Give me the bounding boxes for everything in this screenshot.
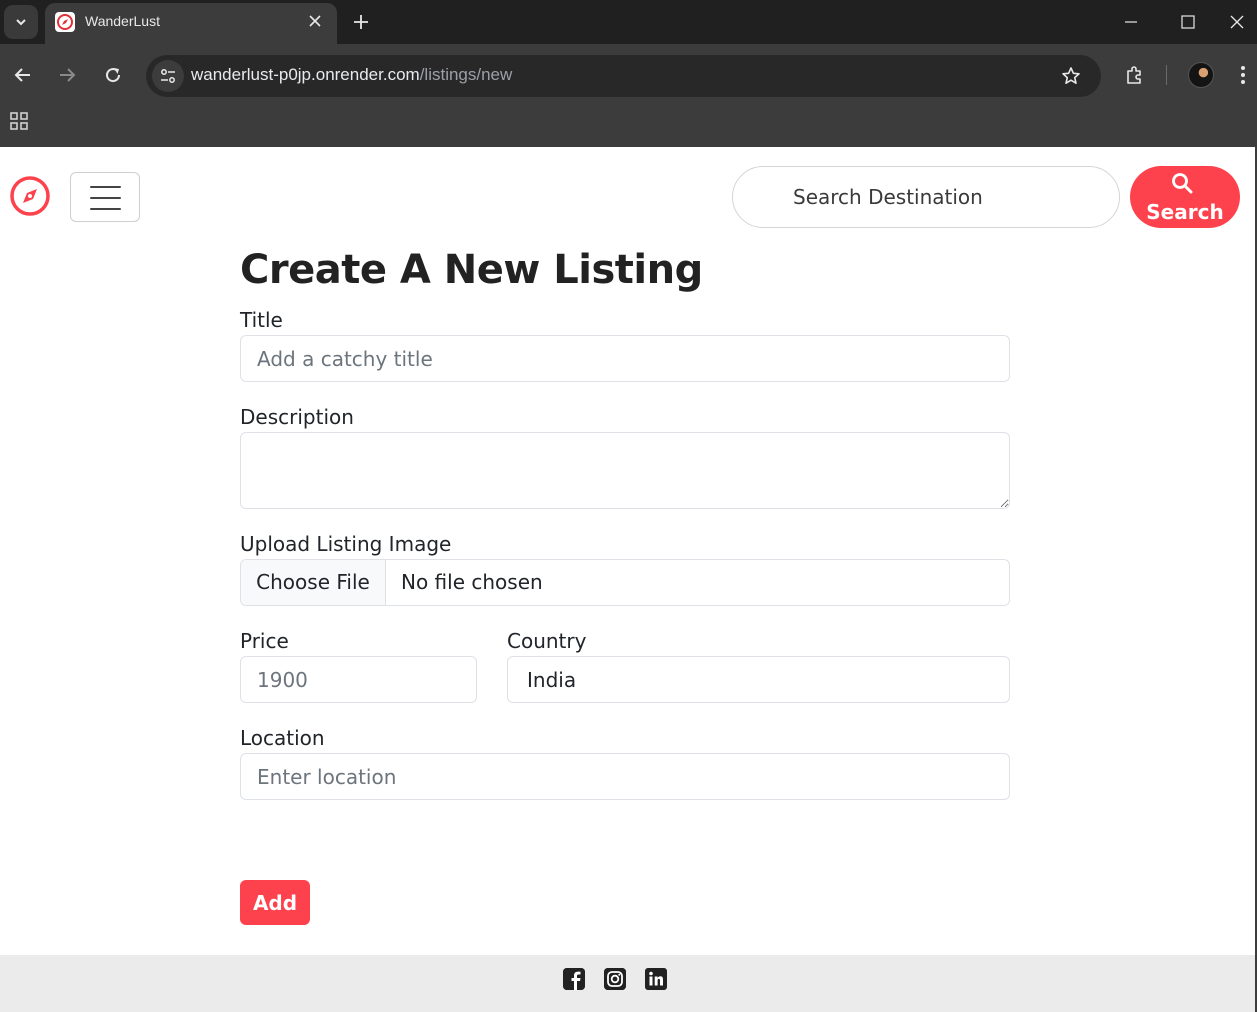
navbar-toggler[interactable] — [70, 172, 140, 222]
compass-icon — [57, 14, 73, 30]
url-path: /listings/new — [419, 65, 513, 84]
title-label: Title — [240, 308, 283, 332]
site-info-icon — [161, 69, 175, 83]
forward-arrow-icon — [60, 68, 76, 82]
page-title: Create A New Listing — [240, 247, 703, 293]
browser-menu-button[interactable] — [1229, 58, 1257, 92]
reload-icon — [106, 68, 121, 83]
active-tab[interactable]: WanderLust — [45, 3, 337, 45]
instagram-glyph — [604, 968, 626, 990]
extensions-icon — [1127, 66, 1141, 84]
back-button[interactable] — [6, 58, 40, 92]
reload-button[interactable] — [96, 58, 130, 92]
price-label: Price — [240, 629, 289, 653]
browser-chrome: WanderLust wanderlust-p0jp.onrender.com/… — [0, 0, 1257, 147]
forward-button[interactable] — [50, 58, 84, 92]
address-bar[interactable]: wanderlust-p0jp.onrender.com/listings/ne… — [146, 55, 1101, 97]
linkedin-icon[interactable] — [645, 968, 667, 990]
facebook-icon[interactable] — [563, 968, 585, 990]
profile-avatar[interactable] — [1188, 62, 1214, 88]
country-label: Country — [507, 629, 587, 653]
description-label: Description — [240, 405, 354, 429]
linkedin-glyph — [645, 968, 667, 990]
menu-dots-icon — [1241, 66, 1245, 84]
bookmark-button[interactable] — [1059, 64, 1083, 88]
image-file-input[interactable]: Choose File No file chosen — [240, 559, 1010, 606]
apps-button[interactable] — [8, 110, 30, 132]
minimize-icon — [1125, 21, 1137, 23]
new-tab-button[interactable] — [347, 8, 375, 36]
price-input[interactable] — [240, 656, 477, 703]
url-host: wanderlust-p0jp.onrender.com — [191, 65, 420, 84]
image-upload-label: Upload Listing Image — [240, 532, 452, 556]
apps-grid-icon — [10, 112, 28, 130]
brand-logo[interactable] — [10, 176, 50, 216]
hamburger-line — [90, 186, 121, 188]
site-info-button[interactable] — [152, 60, 184, 92]
hamburger-line — [90, 208, 121, 210]
title-input[interactable] — [240, 335, 1010, 382]
window-close-button[interactable] — [1216, 0, 1257, 44]
country-input[interactable] — [507, 656, 1010, 703]
location-label: Location — [240, 726, 325, 750]
footer — [0, 955, 1255, 1012]
tab-strip: WanderLust — [0, 0, 1257, 45]
search-button-label: Search — [1146, 200, 1224, 224]
tab-search-button[interactable] — [4, 5, 38, 39]
plus-icon — [354, 15, 368, 29]
description-textarea[interactable] — [240, 432, 1010, 509]
search-input[interactable] — [732, 166, 1120, 228]
toolbar-divider — [1166, 65, 1167, 85]
file-status-text: No file chosen — [401, 570, 543, 594]
location-input[interactable] — [240, 753, 1010, 800]
page-content: Search Create A New Listing Title Descri… — [0, 147, 1255, 1012]
close-icon — [309, 15, 321, 27]
search-button[interactable]: Search — [1130, 166, 1240, 228]
minimize-button[interactable] — [1103, 0, 1159, 44]
choose-file-button[interactable]: Choose File — [241, 560, 386, 605]
window-close-icon — [1230, 15, 1243, 29]
url-text: wanderlust-p0jp.onrender.com/listings/ne… — [191, 65, 512, 85]
tab-title: WanderLust — [85, 13, 160, 29]
tab-favicon — [55, 12, 75, 32]
extensions-button[interactable] — [1118, 58, 1152, 92]
star-icon — [1062, 67, 1080, 84]
compass-icon — [10, 176, 50, 216]
facebook-glyph — [563, 968, 585, 990]
search-icon — [1172, 173, 1193, 194]
tab-close-button[interactable] — [303, 9, 327, 33]
back-arrow-icon — [14, 68, 30, 82]
hamburger-line — [90, 197, 121, 199]
maximize-icon — [1181, 15, 1195, 29]
maximize-button[interactable] — [1160, 0, 1216, 44]
instagram-icon[interactable] — [604, 968, 626, 990]
tab-search-icon — [16, 19, 26, 26]
add-button[interactable]: Add — [240, 880, 310, 925]
